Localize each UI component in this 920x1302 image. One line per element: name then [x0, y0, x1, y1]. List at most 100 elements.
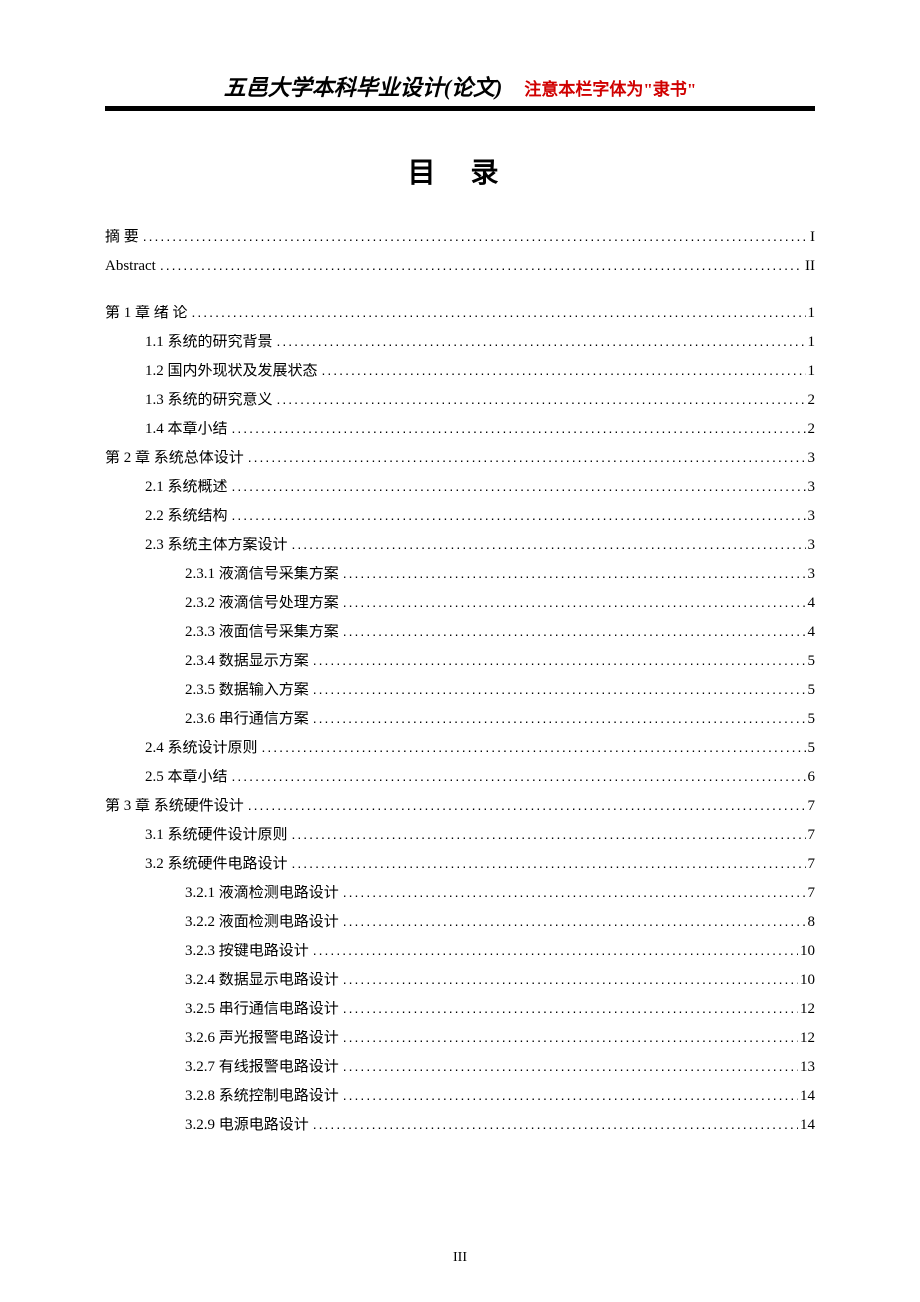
- toc-page: 3: [806, 509, 816, 524]
- toc-leader-dots: [343, 595, 806, 609]
- toc-entry: 3.2.4 数据显示电路设计10: [105, 972, 815, 988]
- toc-leader-dots: [313, 943, 798, 957]
- toc-entry: 3.2.2 液面检测电路设计 8: [105, 914, 815, 930]
- toc-label: 2.5 本章小结: [145, 770, 232, 785]
- toc-entry: 2.2 系统结构 3: [105, 508, 815, 524]
- toc-label: 3.1 系统硬件设计原则: [145, 828, 292, 843]
- toc-entry: 2.5 本章小结 6: [105, 769, 815, 785]
- header-title: 五邑大学本科毕业设计(论文): [224, 75, 503, 100]
- toc-page: 10: [798, 944, 815, 959]
- toc-entry: 2.1 系统概述 3: [105, 479, 815, 495]
- toc-entry: 3.2.1 液滴检测电路设计 7: [105, 885, 815, 901]
- toc: 摘 要IAbstractII第 1 章 绪 论11.1 系统的研究背景11.2 …: [105, 229, 815, 1133]
- toc-page: 1: [806, 335, 816, 350]
- toc-page: II: [803, 259, 815, 274]
- toc-entry: 2.3.4 数据显示方案5: [105, 653, 815, 669]
- toc-leader-dots: [343, 566, 806, 580]
- toc-page: 10: [798, 973, 815, 988]
- toc-gap: [105, 287, 815, 305]
- toc-page: 3: [806, 538, 816, 553]
- toc-label: 1.3 系统的研究意义: [145, 393, 277, 408]
- toc-leader-dots: [192, 305, 806, 319]
- toc-entry: 3.2.5 串行通信电路设计 12: [105, 1001, 815, 1017]
- toc-page: 2: [806, 393, 816, 408]
- toc-entry: 摘 要I: [105, 229, 815, 245]
- toc-entry: 1.1 系统的研究背景 1: [105, 334, 815, 350]
- toc-label: 2.3 系统主体方案设计: [145, 538, 292, 553]
- toc-leader-dots: [292, 537, 806, 551]
- toc-leader-dots: [343, 914, 806, 928]
- page-header: 五邑大学本科毕业设计(论文) 注意本栏字体为"隶书": [105, 70, 815, 102]
- toc-page: 1: [806, 306, 816, 321]
- toc-label: 2.3.5 数据输入方案: [185, 683, 313, 698]
- toc-leader-dots: [232, 769, 806, 783]
- toc-page: 3: [806, 451, 816, 466]
- toc-entry: 3.1 系统硬件设计原则7: [105, 827, 815, 843]
- toc-label: 1.4 本章小结: [145, 422, 232, 437]
- toc-label: 3.2.6 声光报警电路设计: [185, 1031, 343, 1046]
- toc-entry: 2.3.1 液滴信号采集方案3: [105, 566, 815, 582]
- toc-leader-dots: [292, 827, 806, 841]
- toc-entry: 第 1 章 绪 论1: [105, 305, 815, 321]
- toc-entry: 2.3 系统主体方案设计 3: [105, 537, 815, 553]
- toc-leader-dots: [248, 450, 806, 464]
- toc-label: 3.2.2 液面检测电路设计: [185, 915, 343, 930]
- toc-label: 2.3.1 液滴信号采集方案: [185, 567, 343, 582]
- toc-entry: 3.2 系统硬件电路设计 7: [105, 856, 815, 872]
- toc-leader-dots: [343, 1088, 798, 1102]
- toc-page: 4: [806, 596, 816, 611]
- toc-leader-dots: [277, 392, 806, 406]
- header-note: 注意本栏字体为"隶书": [524, 80, 696, 99]
- toc-entry: Abstract II: [105, 258, 815, 274]
- toc-entry: 3.2.9 电源电路设计 14: [105, 1117, 815, 1133]
- toc-leader-dots: [343, 885, 806, 899]
- toc-title: 目 录: [105, 151, 815, 191]
- toc-page: 5: [806, 712, 816, 727]
- toc-leader-dots: [313, 653, 806, 667]
- toc-leader-dots: [232, 508, 806, 522]
- toc-label: 3.2.3 按键电路设计: [185, 944, 313, 959]
- toc-page: 1: [806, 364, 816, 379]
- toc-leader-dots: [262, 740, 806, 754]
- toc-page: 8: [806, 915, 816, 930]
- toc-label: Abstract: [105, 259, 160, 274]
- toc-page: 14: [798, 1118, 815, 1133]
- toc-page: 5: [806, 654, 816, 669]
- toc-entry: 3.2.7 有线报警电路设计13: [105, 1059, 815, 1075]
- toc-page: 13: [798, 1060, 815, 1075]
- toc-leader-dots: [343, 1030, 798, 1044]
- toc-entry: 1.2 国内外现状及发展状态1: [105, 363, 815, 379]
- toc-label: 2.2 系统结构: [145, 509, 232, 524]
- toc-page: 7: [806, 857, 816, 872]
- toc-label: 第 2 章 系统总体设计: [105, 451, 248, 466]
- toc-leader-dots: [248, 798, 806, 812]
- toc-label: 3.2.9 电源电路设计: [185, 1118, 313, 1133]
- toc-entry: 2.3.2 液滴信号处理方案4: [105, 595, 815, 611]
- toc-entry: 2.3.3 液面信号采集方案4: [105, 624, 815, 640]
- toc-page: 3: [806, 480, 816, 495]
- toc-page: 7: [806, 799, 816, 814]
- toc-page: 12: [798, 1002, 815, 1017]
- toc-page: 5: [806, 741, 816, 756]
- toc-leader-dots: [292, 856, 806, 870]
- toc-leader-dots: [343, 624, 806, 638]
- toc-entry: 第 2 章 系统总体设计 3: [105, 450, 815, 466]
- toc-leader-dots: [313, 1117, 798, 1131]
- toc-label: 2.1 系统概述: [145, 480, 232, 495]
- toc-leader-dots: [343, 1001, 798, 1015]
- toc-label: 2.3.3 液面信号采集方案: [185, 625, 343, 640]
- header-rule: [105, 106, 815, 111]
- toc-entry: 1.3 系统的研究意义 2: [105, 392, 815, 408]
- toc-leader-dots: [277, 334, 806, 348]
- toc-page: 7: [806, 886, 816, 901]
- toc-label: 3.2.1 液滴检测电路设计: [185, 886, 343, 901]
- toc-label: 摘 要: [105, 230, 143, 245]
- toc-page: 6: [806, 770, 816, 785]
- toc-label: 3.2.5 串行通信电路设计: [185, 1002, 343, 1017]
- page-number: III: [0, 1250, 920, 1266]
- toc-label: 3.2 系统硬件电路设计: [145, 857, 292, 872]
- toc-leader-dots: [160, 258, 803, 272]
- toc-label: 1.1 系统的研究背景: [145, 335, 277, 350]
- toc-label: 2.3.6 串行通信方案: [185, 712, 313, 727]
- toc-entry: 2.3.5 数据输入方案5: [105, 682, 815, 698]
